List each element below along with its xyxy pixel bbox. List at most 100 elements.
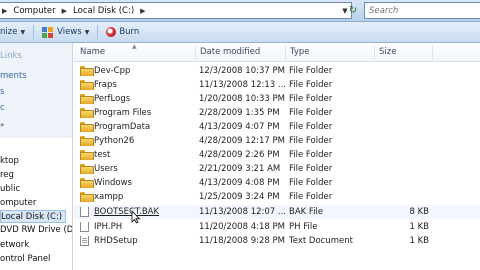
- breadcrumb-separator-icon[interactable]: ▶: [0, 7, 9, 15]
- breadcrumb-local-disk[interactable]: Local Disk (C:): [69, 6, 138, 16]
- list-item[interactable]: PerfLogs 1/20/2008 10:33 PM File Folder: [74, 92, 480, 106]
- file-type: File Folder: [289, 192, 333, 202]
- folder-icon: [80, 192, 94, 202]
- burn-label: Burn: [119, 27, 140, 37]
- list-item[interactable]: Fraps 11/13/2008 12:13 ... File Folder: [74, 78, 480, 92]
- list-item[interactable]: xampp 1/25/2009 3:24 PM File Folder: [74, 190, 480, 204]
- command-toolbar: nize ▼ Views ▼ Burn: [0, 22, 480, 43]
- folder-icon: [80, 108, 94, 118]
- file-name: Windows: [94, 178, 132, 188]
- file-name: Python26: [94, 136, 135, 146]
- folder-icon: [80, 122, 94, 132]
- file-type: File Folder: [289, 94, 333, 104]
- file-icon: [80, 222, 89, 232]
- list-item[interactable]: ProgramData 4/13/2009 4:07 PM File Folde…: [74, 120, 480, 134]
- nav-item-control-panel[interactable]: ontrol Panel: [0, 253, 50, 265]
- burn-button[interactable]: Burn: [98, 22, 147, 42]
- file-type: File Folder: [289, 178, 333, 188]
- breadcrumb-separator-icon[interactable]: ▶: [138, 7, 147, 15]
- folder-icon: [80, 94, 94, 104]
- file-size: [377, 148, 429, 162]
- file-name: Users: [94, 164, 118, 174]
- list-item[interactable]: RHDSetup 11/18/2008 9:28 PM Text Documen…: [74, 234, 480, 248]
- column-header-row: ▲ Name Date modified Type Size: [74, 43, 480, 62]
- file-date: 4/28/2009 2:26 PM: [199, 150, 280, 160]
- text-file-icon: [80, 236, 89, 246]
- file-date: 11/20/2008 4:18 PM: [199, 222, 285, 232]
- file-type: File Folder: [289, 150, 333, 160]
- folder-icon: [80, 136, 94, 146]
- file-size: 1 KB: [409, 222, 429, 232]
- column-size[interactable]: Size: [375, 43, 433, 62]
- file-size: [377, 162, 429, 176]
- column-divider[interactable]: [432, 45, 433, 60]
- views-icon: [42, 26, 54, 38]
- column-type[interactable]: Type: [286, 43, 374, 62]
- folder-icon: [80, 80, 94, 90]
- file-size: [377, 176, 429, 190]
- file-size: [377, 78, 429, 92]
- chevron-right-icon[interactable]: »: [0, 121, 10, 129]
- file-date: 1/25/2009 3:24 PM: [199, 192, 280, 202]
- list-item[interactable]: test 4/28/2009 2:26 PM File Folder: [74, 148, 480, 162]
- disc-icon: [106, 27, 117, 37]
- chevron-down-icon: ▼: [84, 28, 90, 36]
- list-item[interactable]: Windows 4/13/2009 4:08 PM File Folder: [74, 176, 480, 190]
- folder-icon: [80, 150, 94, 160]
- address-field[interactable]: ▶ Computer ▶ Local Disk (C:) ▶ ▼: [0, 2, 352, 19]
- file-size: [377, 64, 429, 78]
- breadcrumb-separator-icon[interactable]: ▶: [60, 7, 69, 15]
- folder-icon: [80, 164, 94, 174]
- file-type: File Folder: [289, 66, 333, 76]
- breadcrumb-computer[interactable]: Computer: [9, 6, 59, 16]
- nav-item-dvd-drive[interactable]: DVD RW Drive (D:): [0, 224, 72, 236]
- file-type: File Folder: [289, 164, 333, 174]
- file-type: File Folder: [289, 122, 333, 132]
- file-name: test: [94, 150, 111, 160]
- nav-item-desktop[interactable]: ktop: [0, 155, 19, 167]
- file-size: 1 KB: [409, 236, 429, 246]
- file-date: 11/13/2008 12:07 ...: [199, 207, 286, 217]
- list-item[interactable]: Python26 4/28/2009 12:17 PM File Folder: [74, 134, 480, 148]
- nav-link-music[interactable]: c: [0, 103, 5, 113]
- file-size: [377, 106, 429, 120]
- column-name[interactable]: Name: [76, 43, 196, 62]
- file-name: xampp: [94, 192, 124, 202]
- folder-icon: [80, 178, 94, 188]
- file-type: BAK File: [289, 207, 324, 217]
- nav-item-user[interactable]: reg: [0, 169, 14, 181]
- column-date-modified[interactable]: Date modified: [196, 43, 286, 62]
- file-size: [377, 134, 429, 148]
- nav-link-pictures[interactable]: s: [0, 87, 4, 97]
- search-box[interactable]: [364, 2, 480, 19]
- file-size: [377, 190, 429, 204]
- file-date: 4/13/2009 4:07 PM: [199, 122, 280, 132]
- search-input[interactable]: [365, 5, 465, 16]
- list-item[interactable]: Program Files 2/28/2009 1:35 PM File Fol…: [74, 106, 480, 120]
- file-name: IPH.PH: [94, 222, 123, 232]
- file-type: File Folder: [289, 136, 333, 146]
- file-date: 12/3/2008 10:37 PM: [199, 66, 285, 76]
- nav-item-network[interactable]: etwork: [0, 239, 29, 251]
- nav-item-local-disk[interactable]: Local Disk (C:): [0, 210, 67, 223]
- file-type: File Folder: [289, 108, 333, 118]
- file-size: 8 KB: [409, 207, 429, 217]
- file-date: 4/28/2009 12:17 PM: [199, 136, 285, 146]
- file-date: 4/13/2009 4:08 PM: [199, 178, 280, 188]
- navigation-pane: Links ments s c » ktop reg ublic omputer…: [0, 43, 73, 270]
- file-date: 11/18/2008 9:28 PM: [199, 236, 285, 246]
- list-item[interactable]: Dev-Cpp 12/3/2008 10:37 PM File Folder: [74, 64, 480, 78]
- nav-item-computer[interactable]: omputer: [0, 197, 36, 209]
- nav-link-documents[interactable]: ments: [0, 71, 27, 81]
- organize-button[interactable]: nize ▼: [0, 22, 33, 42]
- file-name: BOOTSECT.BAK: [94, 207, 160, 217]
- views-button[interactable]: Views ▼: [34, 22, 97, 42]
- refresh-icon[interactable]: ↻: [344, 3, 362, 18]
- organize-label: nize: [0, 27, 18, 37]
- list-item[interactable]: Users 2/21/2009 3:21 AM File Folder: [74, 162, 480, 176]
- file-date: 1/20/2008 10:33 PM: [199, 94, 285, 104]
- nav-item-public[interactable]: ublic: [0, 183, 20, 195]
- file-date: 2/21/2009 3:21 AM: [199, 164, 281, 174]
- file-size: [377, 92, 429, 106]
- file-name: RHDSetup: [94, 236, 138, 246]
